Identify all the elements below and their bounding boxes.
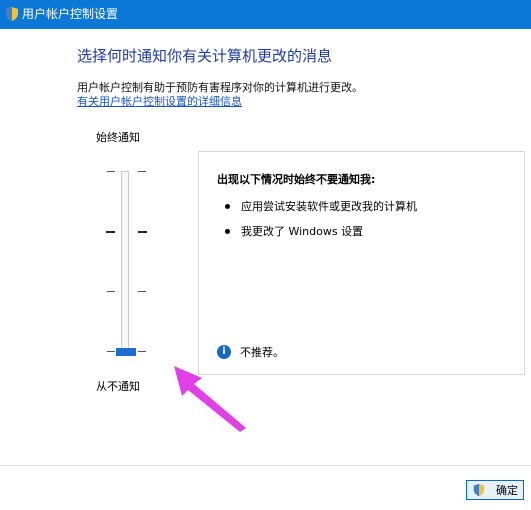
description-text: 用户帐户控制有助于预防有害程序对你的计算机进行更改。	[77, 81, 363, 94]
help-link[interactable]: 有关用户帐户控制设置的详细信息	[77, 95, 242, 108]
info-icon: i	[217, 345, 231, 359]
slider-tick	[138, 351, 146, 352]
window-title: 用户帐户控制设置	[22, 7, 119, 21]
info-text: 不推荐。	[240, 346, 284, 359]
panel-title: 出现以下情况时始终不要通知我:	[217, 173, 376, 186]
slider-tick	[107, 291, 115, 292]
slider-bottom-label: 从不通知	[96, 380, 140, 393]
slider-thumb[interactable]	[116, 348, 136, 356]
ok-button[interactable]: 确定	[466, 480, 524, 500]
bullet-text: 我更改了 Windows 设置	[241, 225, 364, 238]
slider-tick	[107, 351, 115, 352]
slider-tick	[107, 171, 115, 172]
page-heading: 选择何时通知你有关计算机更改的消息	[77, 47, 333, 65]
slider-tick	[138, 171, 146, 172]
bullet-dot	[225, 229, 230, 234]
notification-slider-track[interactable]	[121, 171, 129, 356]
uac-shield-icon	[6, 7, 18, 21]
slider-top-label: 始终通知	[96, 131, 140, 144]
slider-tick	[138, 291, 146, 292]
title-bar: 用户帐户控制设置	[0, 0, 531, 29]
slider-tick	[138, 231, 147, 233]
ok-button-label: 确定	[496, 485, 518, 497]
bullet-text: 应用尝试安装软件或更改我的计算机	[241, 200, 417, 213]
footer-bar	[0, 466, 531, 510]
level-description-panel: 出现以下情况时始终不要通知我: 应用尝试安装软件或更改我的计算机 我更改了 Wi…	[198, 151, 525, 375]
bullet-dot	[225, 204, 230, 209]
slider-tick	[106, 231, 115, 233]
shield-icon	[473, 483, 485, 497]
